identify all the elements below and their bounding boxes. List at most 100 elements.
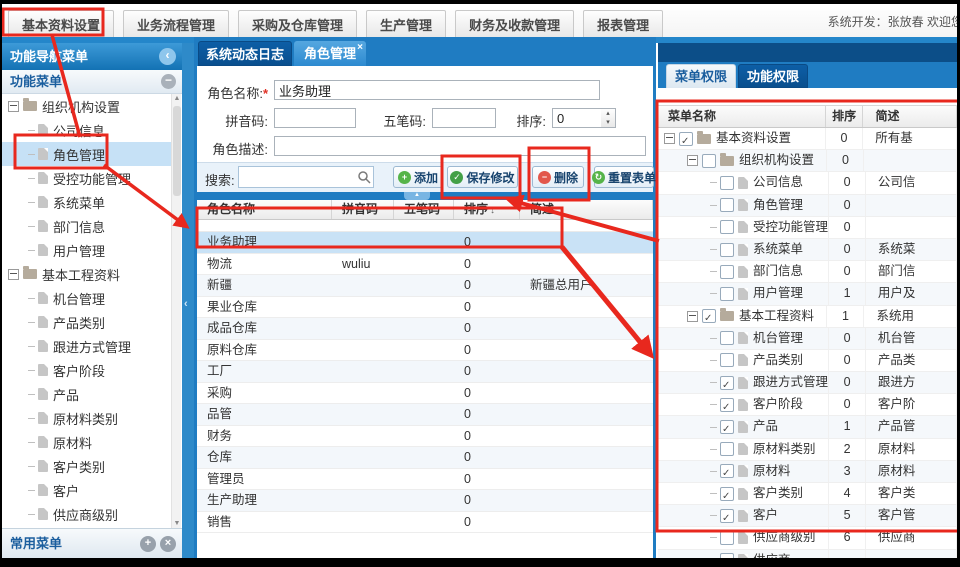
permission-row[interactable]: 客户5客户管 xyxy=(658,505,957,527)
permission-row[interactable]: 基本资料设置0所有基 xyxy=(658,128,957,150)
grid-row[interactable]: 生产助理0 xyxy=(197,490,653,512)
tree-expander-icon[interactable] xyxy=(687,155,698,166)
permission-checkbox[interactable] xyxy=(720,464,734,478)
permission-row[interactable]: 产品类别0产品类 xyxy=(658,350,957,372)
permissions-header-cell[interactable]: 菜单名称 xyxy=(658,106,826,127)
topbar-menu-item-4[interactable]: 财务及收款管理 xyxy=(455,10,574,39)
permission-checkbox[interactable] xyxy=(720,265,734,279)
permission-row[interactable]: 供应商级别6供应商 xyxy=(658,527,957,549)
permission-row[interactable]: 原材料类别2原材料 xyxy=(658,439,957,461)
splitter-collapse-icon[interactable]: ‹ xyxy=(184,298,188,310)
sidebar-tree-item[interactable]: 基本工程资料 xyxy=(2,262,171,286)
sidebar-tree-item[interactable]: 客户类别 xyxy=(2,454,171,478)
permission-row[interactable]: 客户类别4客户类 xyxy=(658,483,957,505)
grid-header-cell[interactable]: 五笔码 xyxy=(394,200,454,219)
grid-header-cell[interactable]: 简述 xyxy=(520,200,653,219)
topbar-menu-item-1[interactable]: 业务流程管理 xyxy=(123,10,229,39)
permissions-header-cell[interactable]: 排序 xyxy=(826,106,864,127)
permission-checkbox[interactable] xyxy=(720,220,734,234)
sidebar-tree-item[interactable]: 供应商级别 xyxy=(2,502,171,526)
grid-header-cell[interactable]: 拼音码 xyxy=(332,200,394,219)
grid-row[interactable]: 新疆0新疆总用户 xyxy=(197,275,653,297)
scrollbar-thumb[interactable] xyxy=(173,106,181,196)
toolbar-button-add[interactable]: +添加 xyxy=(393,166,443,188)
grid-row[interactable]: 物流wuliu0 xyxy=(197,254,653,276)
permissions-header-cell[interactable]: 简述 xyxy=(863,106,957,127)
sidebar-tree-item[interactable]: 用户管理 xyxy=(2,238,171,262)
scroll-down-icon[interactable]: ▼ xyxy=(172,520,182,527)
sidebar-tree-item[interactable]: 原材料 xyxy=(2,430,171,454)
wubi-input[interactable] xyxy=(432,108,496,128)
permission-checkbox[interactable] xyxy=(720,509,734,523)
grid-row[interactable]: 原料仓库0 xyxy=(197,340,653,362)
sidebar-tree-item[interactable]: 角色管理 xyxy=(2,142,171,166)
permission-checkbox[interactable] xyxy=(720,531,734,545)
permission-checkbox[interactable] xyxy=(720,353,734,367)
permission-row[interactable]: 公司信息0公司信 xyxy=(658,172,957,194)
permission-row[interactable]: 客户阶段0客户阶 xyxy=(658,394,957,416)
permission-checkbox[interactable] xyxy=(720,287,734,301)
tab-close-icon[interactable]: × xyxy=(357,35,363,60)
grid-row[interactable]: 销售0 xyxy=(197,512,653,534)
sidebar-tree-item[interactable]: 公司信息 xyxy=(2,118,171,142)
permission-row[interactable]: 产品1产品管 xyxy=(658,416,957,438)
permission-checkbox[interactable] xyxy=(702,154,716,168)
grid-header-cell[interactable]: 排序↓ xyxy=(454,200,520,219)
permission-row[interactable]: 供应商 xyxy=(658,550,957,558)
grid-row[interactable]: 业务助理0 xyxy=(197,232,653,254)
sidebar-scrollbar[interactable]: ▲ ▼ xyxy=(171,94,181,528)
close-circle-icon[interactable]: × xyxy=(160,536,176,552)
grid-row[interactable]: 工厂0 xyxy=(197,361,653,383)
tree-expander-icon[interactable] xyxy=(687,311,698,322)
permission-row[interactable]: 用户管理1用户及 xyxy=(658,283,957,305)
permission-checkbox[interactable] xyxy=(679,132,693,146)
sidebar-tree-item[interactable]: 部门信息 xyxy=(2,214,171,238)
permission-row[interactable]: 组织机构设置0 xyxy=(658,150,957,172)
permission-checkbox[interactable] xyxy=(720,487,734,501)
grid-row[interactable]: 果业仓库0 xyxy=(197,297,653,319)
grid-row[interactable]: 成品仓库0 xyxy=(197,318,653,340)
permission-checkbox[interactable] xyxy=(720,243,734,257)
search-icon[interactable] xyxy=(357,170,371,187)
role-name-input[interactable] xyxy=(274,80,600,100)
permission-checkbox[interactable] xyxy=(720,198,734,212)
topbar-menu-item-0[interactable]: 基本资料设置 xyxy=(8,10,114,39)
permission-checkbox[interactable] xyxy=(720,442,734,456)
sidebar-tree-item[interactable]: 客户阶段 xyxy=(2,358,171,382)
scroll-up-icon[interactable]: ▲ xyxy=(172,95,182,102)
permission-row[interactable]: 基本工程资料1系统用 xyxy=(658,306,957,328)
toolbar-button-reset[interactable]: ↻重置表单 xyxy=(594,166,654,188)
permission-checkbox[interactable] xyxy=(720,331,734,345)
topbar-menu-item-5[interactable]: 报表管理 xyxy=(583,10,663,39)
grid-row[interactable]: 采购0 xyxy=(197,383,653,405)
permission-checkbox[interactable] xyxy=(720,398,734,412)
sidebar-tree-item[interactable]: 跟进方式管理 xyxy=(2,334,171,358)
permissions-tab-0[interactable]: 菜单权限 xyxy=(666,64,736,88)
spinner-down-icon[interactable]: ▾ xyxy=(601,118,615,127)
permission-checkbox[interactable] xyxy=(720,553,734,558)
grid-row[interactable]: 财务0 xyxy=(197,426,653,448)
permission-row[interactable]: 受控功能管理0 xyxy=(658,217,957,239)
main-tab-0[interactable]: 系统动态日志 xyxy=(198,41,292,66)
role-desc-input[interactable] xyxy=(274,136,646,156)
sidebar-tree-item[interactable]: 原材料类别 xyxy=(2,406,171,430)
sidebar-tree-item[interactable]: 产品 xyxy=(2,382,171,406)
tree-expander-icon[interactable] xyxy=(8,101,19,112)
add-circle-icon[interactable]: + xyxy=(140,536,156,552)
sort-spinner[interactable]: ▴ ▾ xyxy=(601,108,616,128)
sidebar-splitter[interactable]: ‹ xyxy=(182,43,194,558)
common-menu-footer[interactable]: 常用菜单 + × xyxy=(2,528,182,558)
sidebar-tree-item[interactable]: 组织机构设置 xyxy=(2,94,171,118)
grid-header-cell[interactable]: 角色名称 xyxy=(197,200,332,219)
permission-row[interactable]: 系统菜单0系统菜 xyxy=(658,239,957,261)
spinner-up-icon[interactable]: ▴ xyxy=(601,109,615,118)
sidebar-tree-item[interactable]: 产品类别 xyxy=(2,310,171,334)
collapse-notch[interactable]: ▲ xyxy=(404,192,430,200)
permission-row[interactable]: 原材料3原材料 xyxy=(658,461,957,483)
permission-checkbox[interactable] xyxy=(702,309,716,323)
sidebar-tree-item[interactable]: 系统菜单 xyxy=(2,190,171,214)
grid-row[interactable]: 管理员0 xyxy=(197,469,653,491)
permission-row[interactable]: 部门信息0部门信 xyxy=(658,261,957,283)
permission-checkbox[interactable] xyxy=(720,176,734,190)
panel-minimize-button[interactable]: − xyxy=(161,74,176,89)
